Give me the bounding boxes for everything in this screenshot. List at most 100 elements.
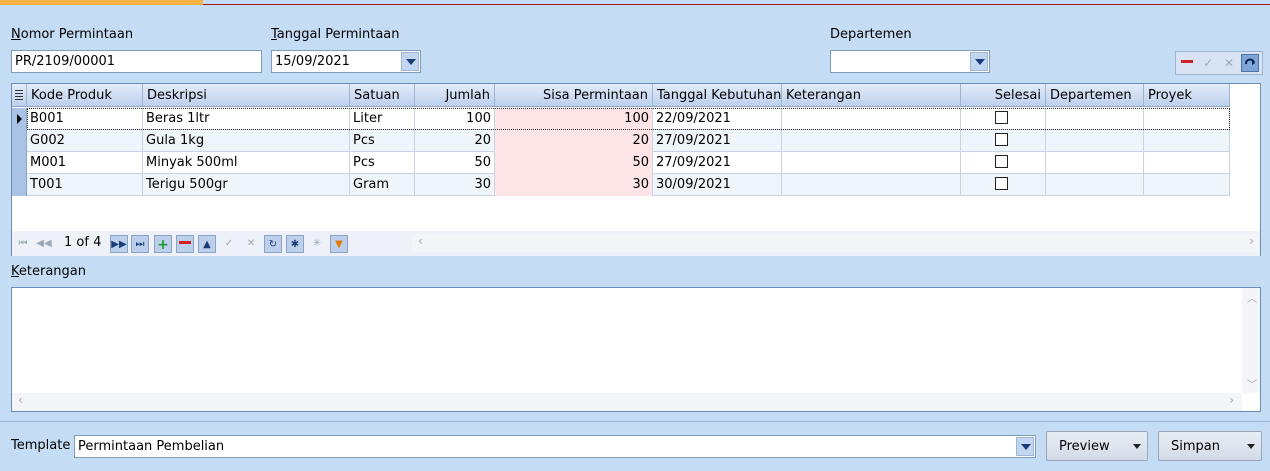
cell-selesai [961,152,1046,174]
table-row[interactable]: G002 Gula 1kg Pcs 20 20 27/09/2021 [12,130,1230,152]
tanggal-permintaan-picker[interactable]: 15/09/2021 [271,50,421,73]
cell-proyek[interactable] [1144,174,1230,196]
column-header-proyek[interactable]: Proyek [1144,84,1230,106]
filter-icon[interactable]: ▼ [330,235,348,253]
cell-proyek[interactable] [1144,130,1230,152]
simpan-button[interactable]: Simpan [1158,431,1262,461]
pager-text: 1 of 4 [64,235,102,250]
goto-bookmark-icon[interactable]: ✳ [308,235,326,253]
cell-deskripsi[interactable]: Minyak 500ml [143,152,350,174]
selesai-checkbox[interactable] [995,155,1008,168]
scroll-left-icon[interactable]: ‹ [18,393,23,407]
horizontal-scrollbar[interactable]: ‹ › [12,393,1242,411]
column-header-deskripsi[interactable]: Deskripsi [143,84,350,106]
row-indicator [12,152,27,174]
prev-record-icon[interactable]: ◀◀ [35,235,53,253]
nomor-permintaan-input[interactable]: PR/2109/00001 [11,50,262,73]
next-record-icon[interactable]: ▶▶ [110,235,128,253]
cell-kode[interactable]: G002 [27,130,143,152]
table-row[interactable]: B001 Beras 1ltr Liter 100 100 22/09/2021 [12,108,1230,130]
bookmark-icon[interactable]: ✱ [286,235,304,253]
check-icon[interactable]: ✓ [1199,54,1217,72]
cell-tanggal[interactable]: 27/09/2021 [653,152,782,174]
column-header-departemen[interactable]: Departemen [1046,84,1144,106]
cell-jumlah[interactable]: 50 [415,152,495,174]
refresh-icon[interactable] [1241,54,1259,72]
cell-satuan[interactable]: Gram [350,174,415,196]
scroll-down-icon[interactable]: ﹀ [1247,376,1257,391]
column-chooser-icon[interactable] [12,84,27,106]
cell-deskripsi[interactable]: Terigu 500gr [143,174,350,196]
cell-jumlah[interactable]: 30 [415,174,495,196]
cell-tanggal[interactable]: 30/09/2021 [653,174,782,196]
table-row[interactable]: T001 Terigu 500gr Gram 30 30 30/09/2021 [12,174,1230,196]
cancel-icon[interactable]: ✕ [1220,54,1238,72]
move-up-icon[interactable]: ▲ [198,235,216,253]
nomor-permintaan-label: Nomor Permintaan [11,27,134,42]
vertical-scrollbar[interactable]: ︿ ﹀ [1242,288,1260,393]
scroll-right-icon[interactable]: › [1229,393,1234,407]
first-record-icon[interactable]: ⏮ [14,235,32,253]
cell-keterangan[interactable] [782,152,961,174]
column-header-tanggal[interactable]: Tanggal Kebutuhan [653,84,782,106]
scroll-up-icon[interactable]: ︿ [1247,290,1257,305]
cell-tanggal[interactable]: 27/09/2021 [653,130,782,152]
scroll-right-icon[interactable]: › [1249,234,1254,248]
selesai-checkbox[interactable] [995,133,1008,146]
refresh-icon[interactable]: ↻ [264,235,282,253]
delete-icon[interactable] [176,235,194,253]
cell-keterangan[interactable] [782,174,961,196]
chevron-down-icon[interactable] [1016,437,1034,456]
cell-departemen[interactable] [1046,152,1144,174]
cell-kode[interactable]: M001 [27,152,143,174]
cell-keterangan[interactable] [782,130,961,152]
cell-proyek[interactable] [1144,108,1230,130]
cell-deskripsi[interactable]: Beras 1ltr [143,108,350,130]
cell-sisa: 50 [495,152,653,174]
departemen-select[interactable] [830,50,990,73]
active-tab-marker [0,0,203,5]
cell-departemen[interactable] [1046,108,1144,130]
add-icon[interactable]: + [154,235,172,253]
cell-tanggal[interactable]: 22/09/2021 [653,108,782,130]
scroll-left-icon[interactable]: ‹ [418,234,423,248]
chevron-down-icon[interactable] [1133,444,1141,449]
footer-divider [0,421,1270,422]
cancel-icon[interactable]: ✕ [242,235,260,253]
cell-sisa: 100 [495,108,653,130]
column-header-jumlah[interactable]: Jumlah [415,84,495,106]
cell-keterangan[interactable] [782,108,961,130]
chevron-down-icon[interactable] [970,52,988,71]
check-icon[interactable]: ✓ [220,235,238,253]
cell-satuan[interactable]: Pcs [350,152,415,174]
cell-jumlah[interactable]: 100 [415,108,495,130]
cell-kode[interactable]: B001 [27,108,143,130]
selesai-checkbox[interactable] [995,111,1008,124]
cell-kode[interactable]: T001 [27,174,143,196]
column-header-kode[interactable]: Kode Produk [27,84,143,106]
column-header-keterangan[interactable]: Keterangan [782,84,961,106]
chevron-down-icon[interactable] [401,52,419,71]
chevron-down-icon[interactable] [1247,444,1255,449]
selesai-checkbox[interactable] [995,177,1008,190]
tanggal-permintaan-value: 15/09/2021 [275,54,350,69]
cell-satuan[interactable]: Pcs [350,130,415,152]
cell-deskripsi[interactable]: Gula 1kg [143,130,350,152]
cell-departemen[interactable] [1046,130,1144,152]
cell-satuan[interactable]: Liter [350,108,415,130]
template-select[interactable]: Permintaan Pembelian [74,435,1036,458]
tanggal-permintaan-label: Tanggal Permintaan [271,27,400,42]
current-row-indicator [12,108,27,130]
column-header-selesai[interactable]: Selesai [961,84,1046,106]
table-row[interactable]: M001 Minyak 500ml Pcs 50 50 27/09/2021 [12,152,1230,174]
horizontal-scrollbar[interactable]: ‹ › [412,234,1258,252]
column-header-satuan[interactable]: Satuan [350,84,415,106]
keterangan-textarea[interactable]: ︿ ﹀ ‹ › [11,287,1261,412]
cell-proyek[interactable] [1144,152,1230,174]
delete-icon[interactable] [1178,54,1196,72]
preview-button[interactable]: Preview [1046,431,1148,461]
last-record-icon[interactable]: ⏭ [131,235,149,253]
column-header-sisa[interactable]: Sisa Permintaan [495,84,653,106]
cell-jumlah[interactable]: 20 [415,130,495,152]
cell-departemen[interactable] [1046,174,1144,196]
